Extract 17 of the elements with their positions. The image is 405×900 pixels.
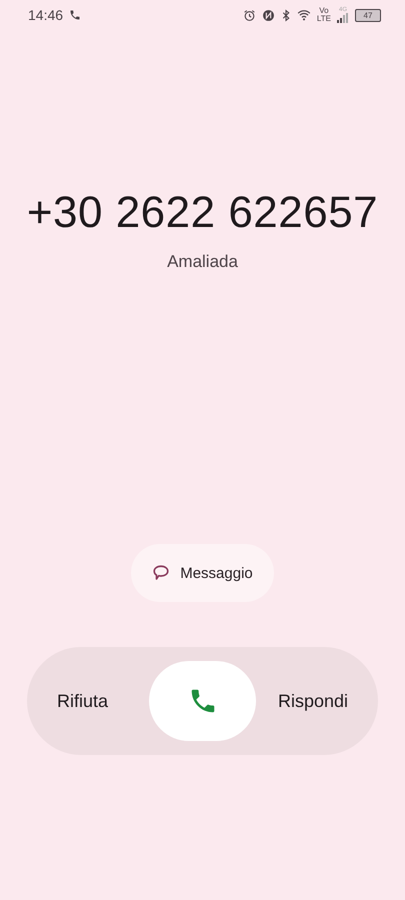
- speech-bubble-icon: [152, 564, 170, 582]
- bluetooth-icon: [280, 8, 291, 22]
- nfc-icon: [262, 8, 275, 22]
- answer-slider[interactable]: Rifiuta Rispondi: [27, 647, 378, 755]
- decline-label: Rifiuta: [57, 690, 108, 712]
- volte-label: LTE: [316, 15, 331, 23]
- volte-label: Vo: [319, 7, 329, 15]
- message-button[interactable]: Messaggio: [131, 544, 274, 602]
- phone-icon: [69, 9, 82, 21]
- signal-icon: [337, 13, 349, 23]
- caller-number: +30 2622 622657: [26, 188, 378, 238]
- status-time: 14:46: [28, 7, 64, 23]
- battery-icon: 47: [355, 8, 381, 22]
- alarm-icon: [242, 8, 256, 22]
- answer-label: Rispondi: [278, 690, 348, 712]
- caller-location: Amaliada: [167, 252, 238, 272]
- wifi-icon: [296, 9, 311, 21]
